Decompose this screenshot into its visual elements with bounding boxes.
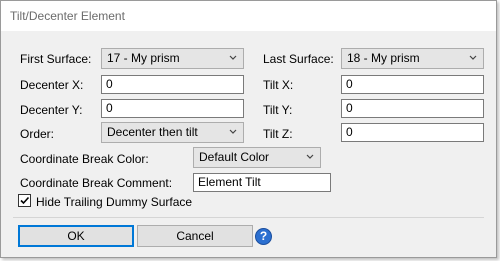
tilt-z-label: Tilt Z:	[263, 127, 293, 141]
hide-trailing-dummy-checkbox[interactable]	[18, 194, 31, 207]
order-dropdown[interactable]: Decenter then tilt	[101, 122, 244, 143]
tilt-x-label: Tilt X:	[263, 78, 294, 92]
first-surface-label: First Surface:	[20, 52, 92, 66]
cb-comment-input[interactable]: Element Tilt	[193, 173, 331, 192]
title-bar: Tilt/Decenter Element	[1, 1, 496, 31]
cancel-button[interactable]: Cancel	[137, 225, 253, 247]
last-surface-label: Last Surface:	[263, 52, 334, 66]
first-surface-dropdown[interactable]: 17 - My prism	[101, 48, 244, 69]
chevron-down-icon	[229, 55, 237, 60]
order-value: Decenter then tilt	[107, 125, 198, 139]
first-surface-value: 17 - My prism	[107, 51, 180, 65]
tilt-y-label: Tilt Y:	[263, 103, 293, 117]
cb-color-dropdown[interactable]: Default Color	[193, 147, 321, 168]
tilt-x-input[interactable]: 0	[341, 75, 484, 94]
tilt-z-input[interactable]: 0	[341, 123, 484, 142]
divider	[13, 217, 484, 218]
last-surface-value: 18 - My prism	[347, 51, 420, 65]
hide-trailing-dummy-label[interactable]: Hide Trailing Dummy Surface	[36, 195, 192, 209]
order-label: Order:	[20, 127, 55, 141]
decenter-x-input[interactable]: 0	[101, 75, 244, 94]
cb-color-value: Default Color	[199, 150, 270, 164]
chevron-down-icon	[469, 55, 477, 60]
checkmark-icon	[20, 196, 30, 205]
chevron-down-icon	[229, 129, 237, 134]
decenter-y-input[interactable]: 0	[101, 99, 244, 118]
last-surface-dropdown[interactable]: 18 - My prism	[341, 48, 484, 69]
dialog-title: Tilt/Decenter Element	[10, 9, 125, 23]
tilt-y-input[interactable]: 0	[341, 99, 484, 118]
cb-color-label: Coordinate Break Color:	[20, 152, 149, 166]
decenter-y-label: Decenter Y:	[20, 103, 83, 117]
cb-comment-label: Coordinate Break Comment:	[20, 176, 173, 190]
chevron-down-icon	[306, 154, 314, 159]
decenter-x-label: Decenter X:	[20, 78, 84, 92]
ok-button[interactable]: OK	[18, 225, 134, 247]
help-icon[interactable]: ?	[255, 228, 272, 245]
tilt-decenter-dialog: Tilt/Decenter Element First Surface: 17 …	[0, 0, 497, 258]
